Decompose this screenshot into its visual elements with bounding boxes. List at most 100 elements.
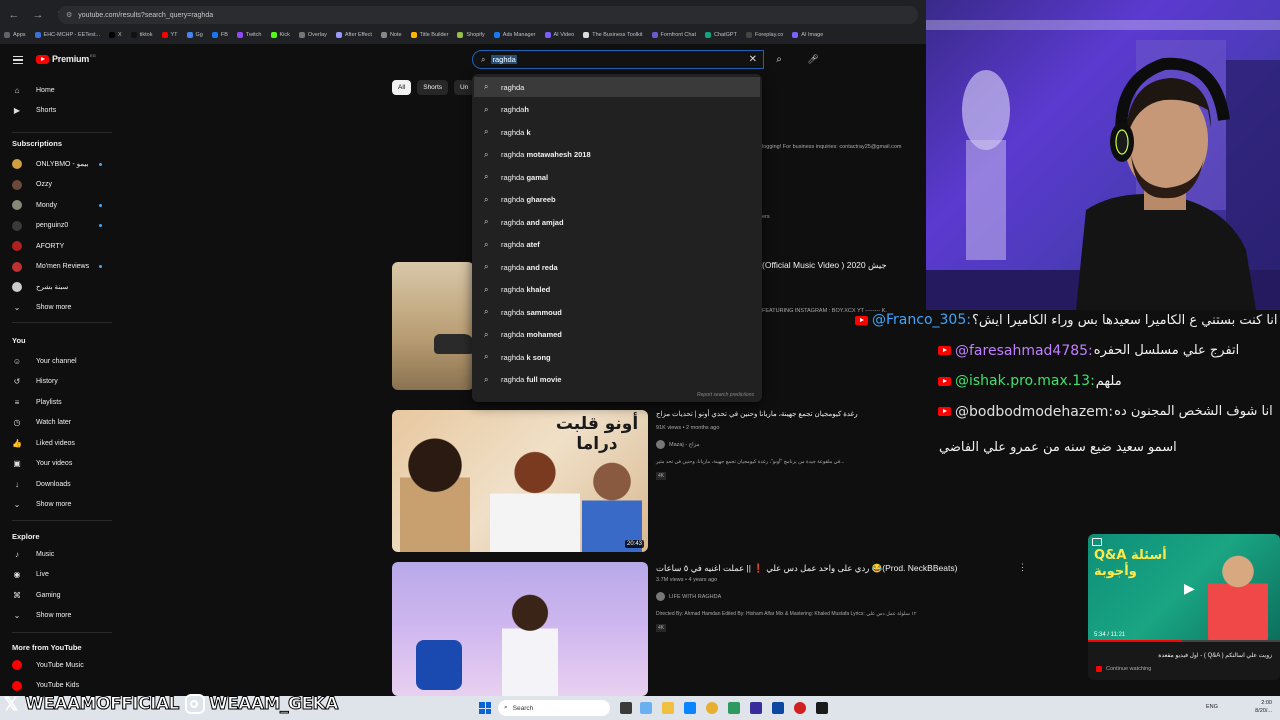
more-actions-icon[interactable]: ⋮	[1018, 562, 1027, 573]
sidebar-subscription[interactable]: ONLYBMO - بيمو	[0, 155, 120, 173]
sidebar-item[interactable]: YouTube Music	[0, 656, 120, 674]
play-icon[interactable]: ▶	[1184, 580, 1195, 597]
mini-player[interactable]: Q&A أسئلة وأجوبة ▶ 5:34 / 11:21 اول فيدي…	[1088, 534, 1280, 680]
expand-icon[interactable]	[1092, 538, 1102, 546]
microphone-icon[interactable]: 🎤︎	[803, 50, 823, 69]
bookmark-item[interactable]: Twitch	[236, 32, 262, 38]
menu-icon[interactable]	[13, 56, 23, 64]
task-view-icon[interactable]	[620, 702, 632, 714]
bookmark-item[interactable]: AI Video	[544, 32, 574, 38]
bookmark-item[interactable]: ChatGPT	[705, 32, 737, 38]
filter-chip[interactable]: Shorts	[417, 80, 449, 95]
file-explorer-icon[interactable]	[662, 702, 674, 714]
youtube-logo[interactable]: Premium EG	[36, 53, 96, 64]
search-suggestion[interactable]: ⌕ raghda k	[474, 122, 760, 142]
sidebar-item[interactable]: ≡ Playlists	[0, 393, 120, 411]
result-channel[interactable]: LIFE WITH RAGHDA	[656, 592, 721, 601]
bookmark-item[interactable]: After Effect	[335, 32, 372, 38]
bookmark-item[interactable]: X	[108, 32, 122, 38]
sidebar-section-header[interactable]: More from YouTube	[12, 643, 82, 652]
show-more-button[interactable]: ⌄ Show more	[0, 606, 120, 624]
search-suggestion[interactable]: ⌕ raghda ghareeb	[474, 190, 760, 210]
bookmark-item[interactable]: EHC-MCHP - EETest...	[34, 32, 100, 38]
search-suggestion[interactable]: ⌕ raghda sammoud	[474, 302, 760, 322]
recording-app-icon[interactable]	[794, 702, 806, 714]
result-thumbnail[interactable]	[392, 562, 648, 696]
bookmark-item[interactable]: FB	[211, 32, 228, 38]
clock[interactable]: 2:00 8/20/...	[1255, 699, 1272, 715]
search-input[interactable]: ⌕ raghda ✕	[472, 50, 764, 69]
result-thumbnail[interactable]	[392, 262, 474, 390]
edge-icon[interactable]	[684, 702, 696, 714]
search-suggestion[interactable]: ⌕ raghda khaled	[474, 280, 760, 300]
result-thumbnail[interactable]: أونو قلبت دراما 20:43	[392, 410, 648, 552]
mini-player-progress[interactable]	[1088, 640, 1280, 642]
bookmark-item[interactable]: AI Image	[792, 32, 823, 38]
sidebar-item[interactable]: ↺ History	[0, 373, 120, 391]
sidebar-subscription[interactable]: penguinz0	[0, 217, 120, 235]
photoshop-icon[interactable]	[772, 702, 784, 714]
address-bar[interactable]: ⚙ youtube.com/results?search_query=raghd…	[58, 6, 918, 24]
search-suggestion[interactable]: ⌕ raghda motawahesh 2018	[474, 145, 760, 165]
bookmark-item[interactable]: Kick	[270, 32, 290, 38]
search-suggestion[interactable]: ⌕ raghda	[474, 77, 760, 97]
sidebar-item[interactable]: 👍 Liked videos	[0, 434, 120, 452]
sidebar-section-header[interactable]: Subscriptions	[12, 139, 62, 148]
bookmark-item[interactable]: The Business Toolkit	[583, 32, 643, 38]
sidebar-item[interactable]: ▶ Shorts	[0, 102, 120, 120]
mini-player-title[interactable]: اول فيديو مقعدة - ( Q&A ) زويت علي اسالت…	[1096, 652, 1272, 659]
search-suggestion[interactable]: ⌕ raghda gamal	[474, 167, 760, 187]
sidebar-item[interactable]: ⌘ Gaming	[0, 586, 120, 604]
sidebar-subscription[interactable]: Mo'men Reviews	[0, 258, 120, 276]
search-suggestion[interactable]: ⌕ raghda k song	[474, 347, 760, 367]
search-suggestion[interactable]: ⌕ raghda and reda	[474, 257, 760, 277]
sidebar-item[interactable]: ♪ Music	[0, 545, 120, 563]
bookmark-item[interactable]: Shopify	[457, 32, 485, 38]
search-suggestion[interactable]: ⌕ raghda full movie	[474, 370, 760, 390]
bookmark-item[interactable]: Title Builder	[410, 32, 448, 38]
search-suggestion[interactable]: ⌕ raghda atef	[474, 235, 760, 255]
sidebar-item[interactable]: ☺ Your channel	[0, 352, 120, 370]
bookmark-item[interactable]: Ads Manager	[493, 32, 536, 38]
bookmark-item[interactable]: Note	[380, 32, 402, 38]
bookmark-item[interactable]: Apps	[4, 32, 26, 38]
premiere-icon[interactable]	[750, 702, 762, 714]
sidebar-item[interactable]: ◉ Live	[0, 566, 120, 584]
site-info-icon[interactable]: ⚙	[66, 11, 72, 19]
forward-icon[interactable]: →	[28, 5, 48, 25]
clear-icon[interactable]: ✕	[749, 54, 757, 65]
chrome-icon[interactable]	[706, 702, 718, 714]
language-indicator[interactable]: ENG	[1206, 704, 1218, 710]
bookmark-item[interactable]: YT	[161, 32, 178, 38]
search-suggestion[interactable]: ⌕ raghda and amjad	[474, 212, 760, 232]
sidebar-section-header[interactable]: Explore	[12, 532, 40, 541]
bookmark-item[interactable]: Foreplay.co	[745, 32, 783, 38]
bookmark-item[interactable]: Overlay	[298, 32, 327, 38]
sidebar-item[interactable]: ▣ Your videos	[0, 455, 120, 473]
show-more-button[interactable]: ⌄ Show more	[0, 298, 120, 316]
start-icon[interactable]	[479, 702, 491, 714]
search-button[interactable]: ⌕	[766, 50, 792, 69]
app-icon[interactable]	[728, 702, 740, 714]
report-predictions-link[interactable]: Report search predictions	[697, 392, 754, 398]
sidebar-subscription[interactable]: AFORTY	[0, 237, 120, 255]
show-more-button[interactable]: ⌄ Show more	[0, 495, 120, 513]
result-title[interactable]: رغدة كيومجيان تجمع جهينة، ماريانا وحنين …	[656, 410, 858, 418]
sidebar-item[interactable]: ⌂ Home	[0, 81, 120, 99]
tiktok-icon[interactable]	[816, 702, 828, 714]
filter-chip[interactable]: All	[392, 80, 412, 95]
bookmark-item[interactable]: tiktok	[130, 32, 153, 38]
back-icon[interactable]: ←	[4, 5, 24, 25]
sidebar-item[interactable]: ◷ Watch later	[0, 414, 120, 432]
widgets-icon[interactable]	[640, 702, 652, 714]
bookmark-item[interactable]: Fornfront Chat	[651, 32, 696, 38]
sidebar-subscription[interactable]: Ozzy	[0, 176, 120, 194]
sidebar-subscription[interactable]: Mondy	[0, 196, 120, 214]
result-title[interactable]: ردي على واحد عمل دس علي ❗ || عملت اغنيه …	[656, 563, 957, 574]
taskbar-search[interactable]: ⌕ Search	[498, 700, 610, 716]
search-suggestion[interactable]: ⌕ raghdah	[474, 100, 760, 120]
mini-player-video[interactable]: Q&A أسئلة وأجوبة ▶ 5:34 / 11:21	[1088, 534, 1280, 642]
sidebar-subscription[interactable]: سبنة بشرح	[0, 278, 120, 296]
result-channel[interactable]: Mazaj - مزاج	[656, 440, 700, 449]
result-title[interactable]: (Official Music Video ) 2020 جيش	[762, 260, 887, 271]
